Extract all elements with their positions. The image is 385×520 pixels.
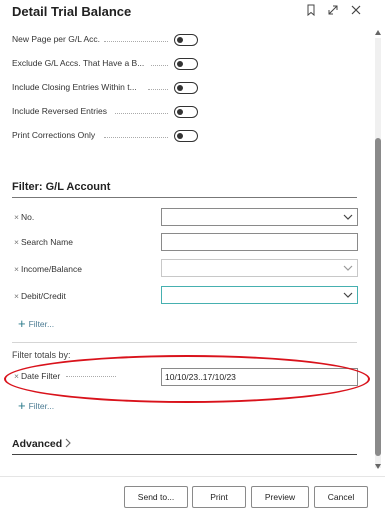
date-filter-input[interactable]: 10/10/23..17/10/23 — [161, 368, 358, 386]
remove-filter-icon[interactable]: × — [14, 371, 19, 381]
scroll-down-arrow-icon[interactable] — [375, 464, 381, 469]
toggle-switch[interactable] — [174, 106, 198, 118]
option-label: Include Reversed Entries — [12, 106, 107, 116]
remove-filter-icon[interactable]: × — [14, 237, 19, 247]
leader-dots — [104, 137, 168, 138]
toggle-switch[interactable] — [174, 58, 198, 70]
chevron-down-icon — [343, 292, 353, 298]
leader-dots — [151, 65, 168, 66]
advanced-toggle[interactable]: Advanced — [12, 438, 71, 450]
option-new-page-per-gl-acc: New Page per G/L Acc. — [12, 32, 198, 50]
plus-icon: + — [18, 316, 26, 331]
filter-label-no: × No. — [14, 212, 35, 222]
filter-label-search-name: × Search Name — [14, 237, 73, 247]
option-print-corrections-only: Print Corrections Only — [12, 128, 198, 146]
send-to-button[interactable]: Send to... — [124, 486, 188, 508]
filter-label-debit-credit: × Debit/Credit — [14, 291, 66, 301]
filter-no-select[interactable] — [161, 208, 358, 226]
scroll-up-arrow-icon[interactable] — [375, 30, 381, 35]
chevron-right-icon — [65, 438, 71, 448]
expand-icon[interactable] — [326, 3, 340, 17]
scrollbar-thumb[interactable] — [375, 138, 381, 456]
leader-dots — [115, 113, 168, 114]
filter-income-balance-select[interactable] — [161, 259, 358, 277]
cancel-button[interactable]: Cancel — [314, 486, 368, 508]
preview-button[interactable]: Preview — [251, 486, 309, 508]
footer-divider — [0, 476, 385, 477]
remove-filter-icon[interactable]: × — [14, 212, 19, 222]
option-label: Include Closing Entries Within t... — [12, 82, 137, 92]
remove-filter-icon[interactable]: × — [14, 291, 19, 301]
section-divider — [12, 454, 357, 455]
remove-filter-icon[interactable]: × — [14, 264, 19, 274]
option-include-reversed-entries: Include Reversed Entries — [12, 104, 198, 122]
leader-dots — [148, 89, 168, 90]
option-exclude-gl-accs: Exclude G/L Accs. That Have a B... — [12, 56, 198, 74]
option-label: New Page per G/L Acc. — [12, 34, 101, 44]
request-page-content[interactable]: New Page per G/L Acc. Exclude G/L Accs. … — [0, 28, 372, 474]
add-filter-link[interactable]: + Filter... — [18, 316, 54, 331]
totals-section-title: Filter totals by: — [12, 350, 71, 360]
toggle-switch[interactable] — [174, 34, 198, 46]
toggle-switch[interactable] — [174, 130, 198, 142]
filter-section-title: Filter: G/L Account — [12, 181, 111, 193]
option-include-closing-entries: Include Closing Entries Within t... — [12, 80, 198, 98]
chevron-down-icon — [343, 265, 353, 271]
chevron-down-icon — [343, 214, 353, 220]
option-label: Print Corrections Only — [12, 130, 96, 140]
toggle-switch[interactable] — [174, 82, 198, 94]
add-totals-filter-link[interactable]: + Filter... — [18, 398, 54, 413]
filter-label-income-balance: × Income/Balance — [14, 264, 82, 274]
filter-label-date: × Date Filter — [14, 371, 117, 381]
page-title: Detail Trial Balance — [12, 4, 132, 19]
scrollbar[interactable] — [373, 28, 383, 474]
print-button[interactable]: Print — [192, 486, 246, 508]
filter-search-name-input[interactable] — [161, 233, 358, 251]
filter-debit-credit-select[interactable] — [161, 286, 358, 304]
close-icon[interactable] — [349, 3, 363, 17]
option-label: Exclude G/L Accs. That Have a B... — [12, 58, 145, 68]
leader-dots — [104, 41, 168, 42]
bookmark-icon[interactable] — [304, 3, 318, 17]
section-divider — [12, 342, 357, 343]
section-divider — [12, 197, 357, 198]
plus-icon: + — [18, 398, 26, 413]
leader-dots — [66, 376, 117, 378]
